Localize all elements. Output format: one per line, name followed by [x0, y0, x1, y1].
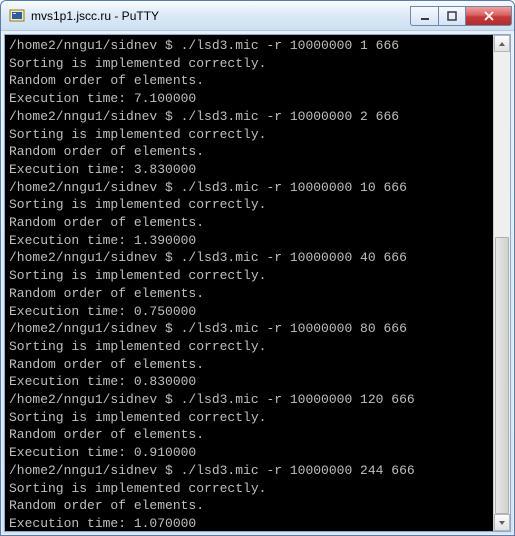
putty-icon [9, 8, 25, 24]
window-title: mvs1p1.jscc.ru - PuTTY [31, 9, 410, 23]
putty-window: mvs1p1.jscc.ru - PuTTY /home2/nngu1/sidn… [0, 0, 515, 536]
maximize-button[interactable] [438, 6, 466, 26]
scroll-up-button[interactable] [494, 35, 510, 52]
titlebar[interactable]: mvs1p1.jscc.ru - PuTTY [1, 1, 514, 31]
close-button[interactable] [466, 6, 512, 26]
terminal[interactable]: /home2/nngu1/sidnev $ ./lsd3.mic -r 1000… [5, 35, 493, 531]
scroll-track[interactable] [494, 52, 510, 514]
window-buttons [410, 6, 512, 26]
terminal-output: /home2/nngu1/sidnev $ ./lsd3.mic -r 1000… [9, 38, 415, 531]
client-area: /home2/nngu1/sidnev $ ./lsd3.mic -r 1000… [4, 34, 511, 532]
scrollbar[interactable] [493, 35, 510, 531]
minimize-button[interactable] [410, 6, 438, 26]
scroll-down-button[interactable] [494, 514, 510, 531]
scroll-thumb[interactable] [495, 237, 509, 514]
